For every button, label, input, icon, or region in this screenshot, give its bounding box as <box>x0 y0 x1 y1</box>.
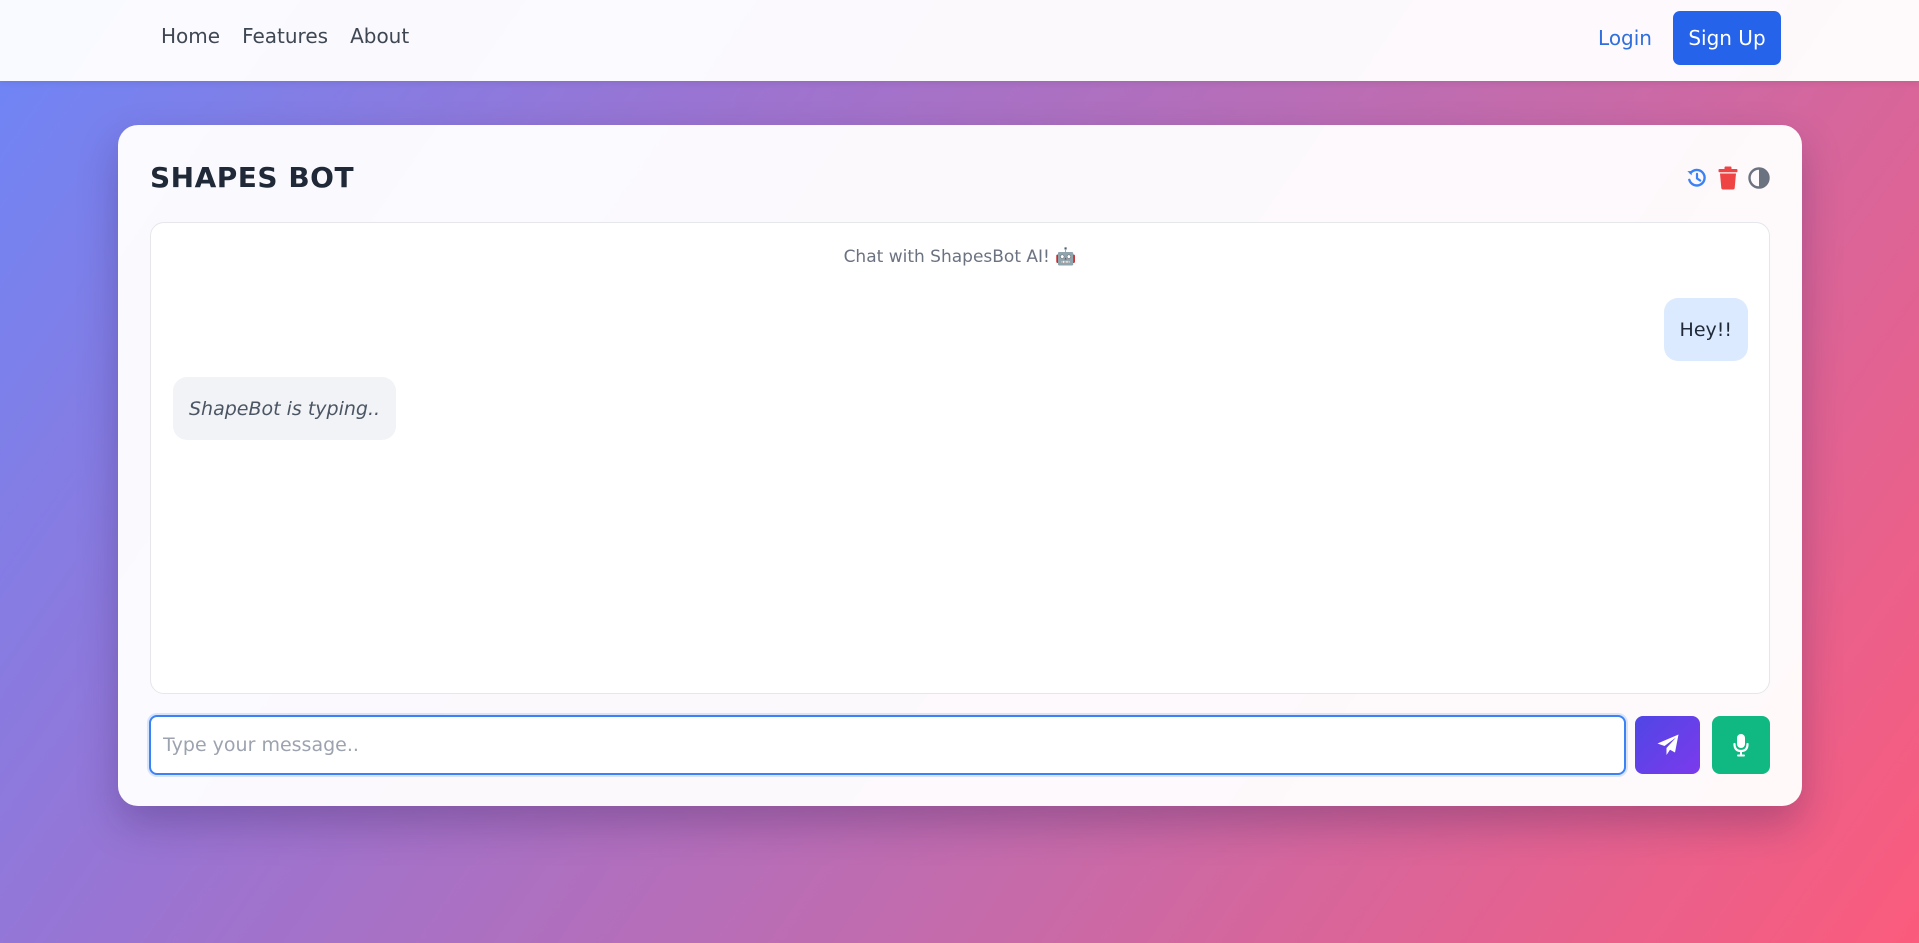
nav-link-home[interactable]: Home <box>161 24 220 48</box>
chat-intro-text: Chat with ShapesBot AI! <box>843 247 1050 267</box>
paper-plane-icon <box>1657 734 1678 755</box>
history-icon <box>1687 168 1706 187</box>
message-input[interactable] <box>149 715 1626 775</box>
user-message: Hey!! <box>1663 298 1748 361</box>
history-button[interactable] <box>1686 165 1708 191</box>
chat-toolbar <box>1686 165 1770 191</box>
login-link[interactable]: Login <box>1598 26 1652 50</box>
send-button[interactable] <box>1635 716 1700 774</box>
top-navbar: Home Features About Login Sign Up <box>0 0 1919 81</box>
chat-intro: Chat with ShapesBot AI! 🤖 <box>151 247 1769 267</box>
bot-typing-message: ShapeBot is typing.. <box>173 377 397 440</box>
nav-links: Home Features About <box>161 24 409 48</box>
robot-icon: 🤖 <box>1055 247 1077 267</box>
microphone-button[interactable] <box>1712 716 1770 774</box>
microphone-icon <box>1733 734 1749 757</box>
signup-button[interactable]: Sign Up <box>1673 11 1781 65</box>
page-title: SHAPES BOT <box>150 161 355 194</box>
nav-link-features[interactable]: Features <box>242 24 328 48</box>
theme-toggle-button[interactable] <box>1748 165 1770 191</box>
chat-messages[interactable]: Chat with ShapesBot AI! 🤖 Hey!! ShapeBot… <box>150 222 1770 694</box>
chat-card: SHAPES BOT Chat with ShapesBot AI! 🤖 Hey… <box>118 125 1802 806</box>
trash-icon <box>1718 166 1738 190</box>
clear-chat-button[interactable] <box>1717 165 1739 191</box>
nav-actions: Login Sign Up <box>1598 11 1781 65</box>
nav-link-about[interactable]: About <box>350 24 409 48</box>
contrast-icon <box>1748 167 1770 189</box>
